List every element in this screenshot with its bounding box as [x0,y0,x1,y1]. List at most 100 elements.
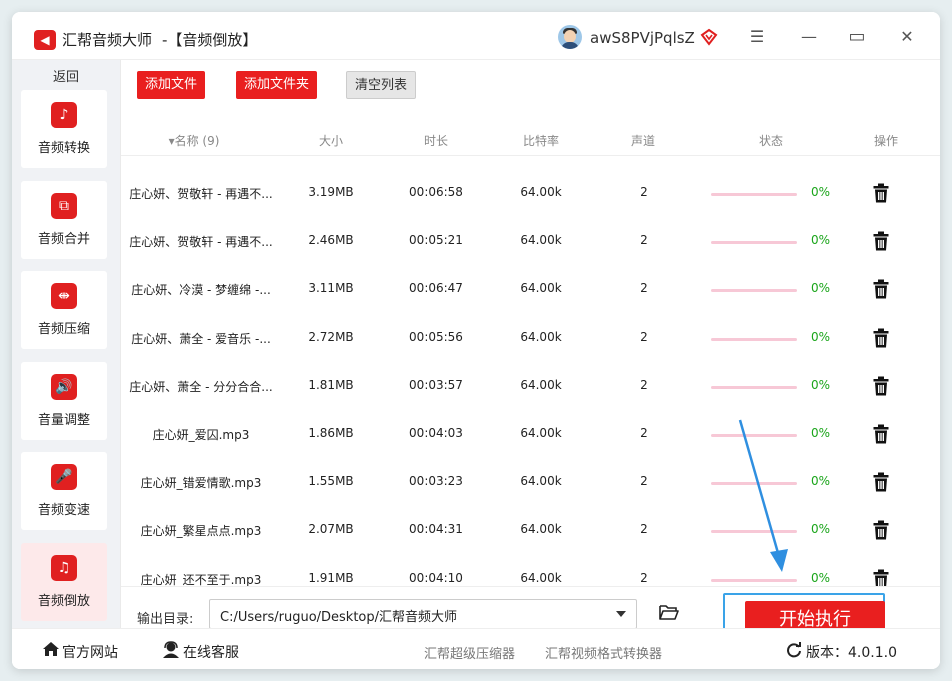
file-channels: 2 [640,474,648,489]
add-file-button[interactable]: 添加文件 [137,71,206,99]
app-subtitle: -【音频倒放】 [162,31,258,49]
file-channels: 2 [640,185,648,199]
table-row[interactable]: 庄心妍、萧全 - 分分合合... 1.81MB 00:03:57 64.00k … [121,363,940,411]
sidebar-item-volume-adjust[interactable]: 🔊 音量调整 [21,362,107,440]
status-percent: 0% [811,570,831,585]
file-name: 庄心妍、冷漠 - 梦缠绵 -... [131,283,271,298]
file-bitrate: 64.00k [520,522,562,537]
close-button[interactable]: ✕ [896,26,918,48]
file-duration: 00:04:31 [409,522,463,537]
official-website-link[interactable]: 官方网站 [62,642,118,662]
maximize-button[interactable]: ▭ [846,26,868,48]
table-row[interactable]: 庄心妍_爱囚.mp3 1.86MB 00:04:03 64.00k 2 0% [121,411,940,459]
trash-icon[interactable] [873,520,889,540]
sidebar-item-audio-compress[interactable]: ⇼ 音频压缩 [21,271,107,349]
file-bitrate: 64.00k [520,185,562,199]
trash-icon[interactable] [873,376,889,396]
progress-bar [711,434,797,437]
file-channels: 2 [640,377,648,392]
progress-bar [711,578,797,582]
super-compressor-link[interactable]: 汇帮超级压缩器 [424,643,515,662]
progress-bar [711,530,797,534]
minimize-button[interactable]: — [798,26,820,48]
column-header-name[interactable]: ▾名称 (9) [159,132,229,149]
file-channels: 2 [640,522,648,537]
file-bitrate: 64.00k [520,426,562,440]
menu-icon[interactable]: ☰ [746,26,768,48]
sidebar-item-label: 音频压缩 [37,322,90,337]
column-header-duration[interactable]: 时长 [396,132,476,149]
merge-icon: ⧉ [51,193,77,219]
progress-bar [711,241,797,245]
file-duration: 00:05:56 [409,329,463,344]
file-duration: 00:03:57 [409,377,463,392]
table-row[interactable]: 庄心妍、贺敬轩 - 再遇不... 3.19MB 00:06:58 64.00k … [121,170,940,218]
file-name: 庄心妍、萧全 - 爱音乐 -... [131,331,271,346]
user-avatar[interactable] [558,25,582,49]
sidebar-item-audio-speed[interactable]: 🎤 音频变速 [21,452,107,530]
folder-open-icon[interactable] [659,603,679,621]
trash-icon[interactable] [873,424,889,444]
file-bitrate: 64.00k [520,377,562,392]
table-row[interactable]: 庄心妍_错爱情歌.mp3 1.55MB 00:03:23 64.00k 2 0% [121,459,940,507]
customer-service-icon [163,641,179,658]
file-duration: 00:06:47 [409,281,463,296]
status-percent: 0% [811,233,831,248]
clear-list-button[interactable]: 清空列表 [346,71,417,99]
file-name: 庄心妍、贺敬轩 - 再遇不... [129,235,273,250]
main-panel: 添加文件 添加文件夹 清空列表 ▾名称 (9) 大小 时长 比特率 声道 状态 … [120,60,940,649]
status-percent: 0% [811,281,831,296]
compress-icon: ⇼ [51,283,77,309]
chevron-down-icon [616,611,626,617]
video-converter-link[interactable]: 汇帮视频格式转换器 [545,643,662,662]
app-title: 汇帮音频大师 [62,31,153,49]
refresh-icon[interactable] [786,642,802,658]
output-dir-select[interactable]: C:/Users/ruguo/Desktop/汇帮音频大师 [209,599,637,629]
file-size: 3.19MB [308,185,354,199]
sidebar-item-label: 音频合并 [37,232,90,247]
file-name: 庄心妍、贺敬轩 - 再遇不... [129,187,273,201]
trash-icon[interactable] [873,231,889,251]
status-percent: 0% [811,329,831,344]
music-note-icon: ♫ [51,555,77,581]
column-header-size[interactable]: 大小 [301,132,361,149]
trash-icon[interactable] [873,328,889,348]
sidebar-item-audio-merge[interactable]: ⧉ 音频合并 [21,181,107,259]
trash-icon[interactable] [873,183,889,203]
sidebar: 返回 ♪ 音频转换 ⧉ 音频合并 ⇼ 音频压缩 🔊 音量调整 🎤 音频变速 ♫ … [12,60,120,628]
vip-diamond-icon[interactable] [700,28,718,46]
file-bitrate: 64.00k [520,281,562,296]
table-row[interactable]: 庄心妍、冷漠 - 梦缠绵 -... 3.11MB 00:06:47 64.00k… [121,266,940,314]
back-link[interactable]: 返回 [12,66,120,85]
trash-icon[interactable] [873,279,889,299]
sidebar-item-label: 音频转换 [37,141,90,156]
app-logo-icon: ◀ [34,30,56,50]
file-size: 2.72MB [308,329,354,344]
file-name: 庄心妍_繁星点点.mp3 [140,524,262,539]
version-label: 版本：4.0.1.0 [806,645,897,661]
output-dir-value: C:/Users/ruguo/Desktop/汇帮音频大师 [220,610,458,625]
table-row[interactable]: 庄心妍_繁星点点.mp3 2.07MB 00:04:31 64.00k 2 0% [121,507,940,555]
status-percent: 0% [811,474,831,489]
online-support-link[interactable]: 在线客服 [183,642,239,662]
sidebar-item-audio-convert[interactable]: ♪ 音频转换 [21,90,107,168]
file-bitrate: 64.00k [520,570,562,585]
table-row[interactable]: 庄心妍、萧全 - 爱音乐 -... 2.72MB 00:05:56 64.00k… [121,315,940,363]
column-header-channels[interactable]: 声道 [613,132,673,149]
file-bitrate: 64.00k [520,233,562,248]
file-size: 2.46MB [308,233,354,248]
column-header-bitrate[interactable]: 比特率 [506,132,576,149]
trash-icon[interactable] [873,472,889,492]
sidebar-item-label: 音频变速 [37,503,90,518]
music-convert-icon: ♪ [51,102,77,128]
status-bar: 官方网站 在线客服 汇帮超级压缩器 汇帮视频格式转换器 版本：4.0.1.0 [12,628,940,669]
add-folder-button[interactable]: 添加文件夹 [236,71,318,99]
table-row[interactable]: 庄心妍、贺敬轩 - 再遇不... 2.46MB 00:05:21 64.00k … [121,218,940,266]
status-percent: 0% [811,522,831,537]
file-channels: 2 [640,570,648,585]
username[interactable]: awS8PVjPqlsZ [590,29,695,47]
progress-bar [711,337,797,341]
sidebar-item-audio-reverse[interactable]: ♫ 音频倒放 [21,543,107,621]
file-bitrate: 64.00k [520,474,562,489]
file-size: 1.86MB [308,426,354,440]
